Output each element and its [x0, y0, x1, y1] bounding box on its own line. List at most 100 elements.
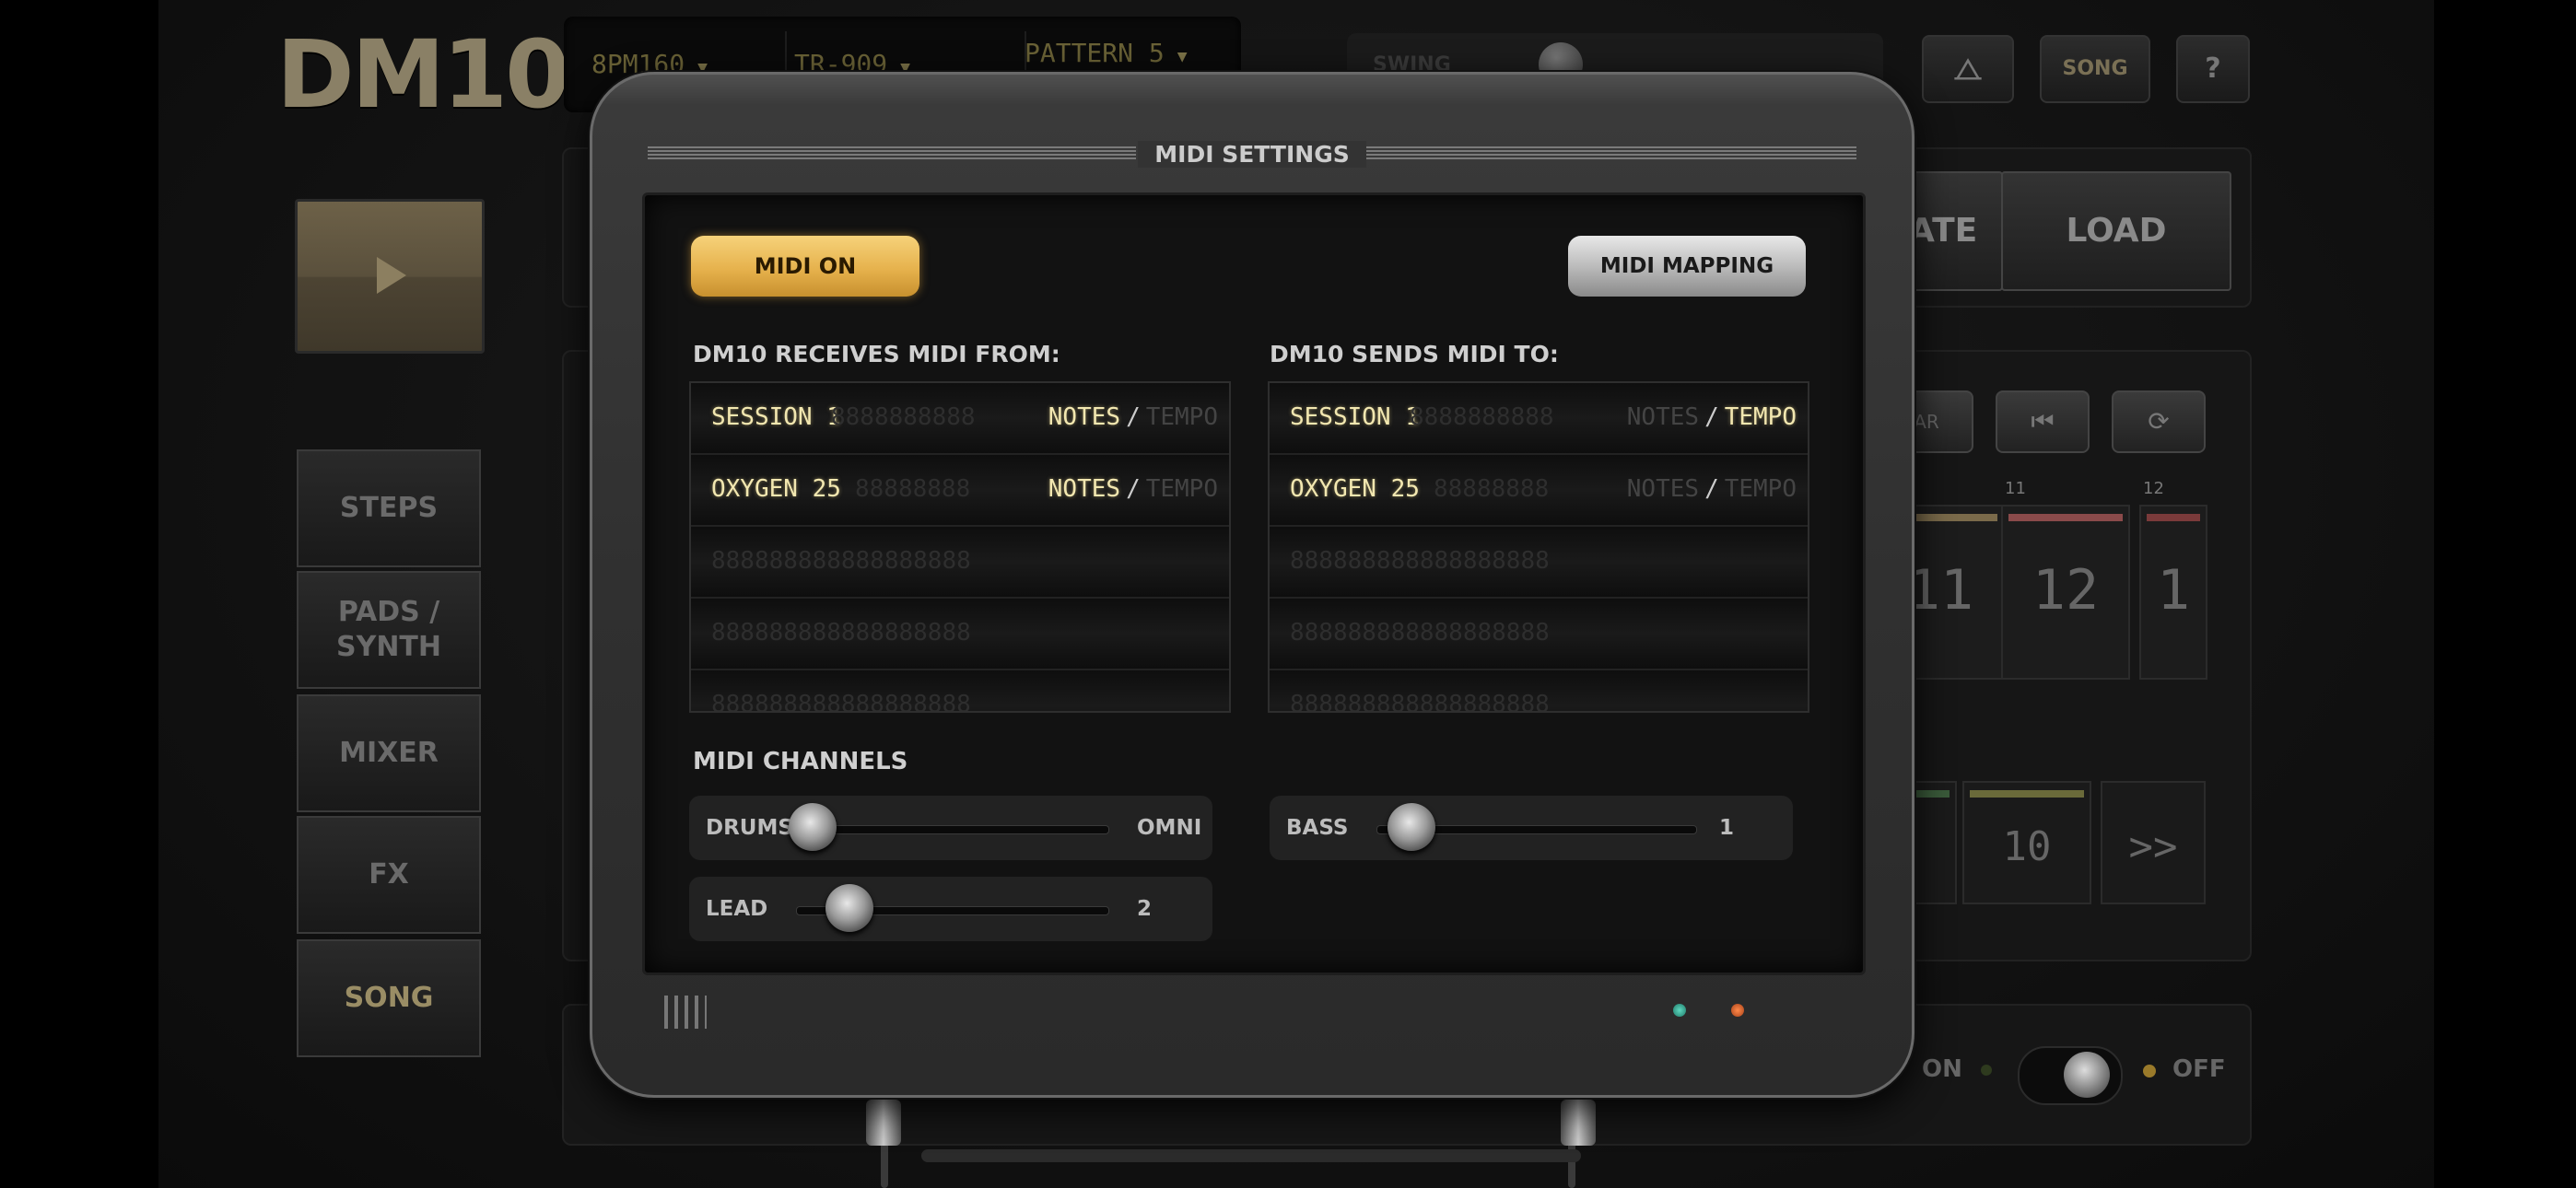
list-item[interactable]: 888888888888888888 [691, 599, 1229, 670]
device-name: OXYGEN 25 [1290, 475, 1420, 503]
pattern-cell-number: 10 [2002, 823, 2052, 870]
play-icon [377, 257, 406, 294]
device-ghost: 888888888888888888 [1290, 547, 1550, 575]
song-mode-button[interactable]: SONG [2040, 35, 2150, 103]
notes-tempo-toggle[interactable]: NOTES / TEMPO [1627, 403, 1797, 431]
tempo-toggle[interactable]: TEMPO [1146, 475, 1218, 503]
nav-mixer[interactable]: MIXER [297, 694, 481, 812]
title-grill [648, 146, 1136, 159]
play-button[interactable] [295, 199, 485, 354]
midi-on-button[interactable]: MIDI ON [691, 236, 919, 297]
step-number: 11 [2005, 479, 2026, 498]
title-grill [1346, 146, 1856, 159]
list-item[interactable]: 888888888888888888 [1270, 670, 1808, 711]
logo: DM10 [276, 20, 570, 130]
device-ghost: 8888888888 [1410, 403, 1554, 431]
lead-value: 2 [1137, 897, 1153, 921]
status-led-orange [1731, 1004, 1744, 1017]
load-button[interactable]: LOAD [2001, 171, 2231, 291]
device-ghost: 888888888888888888 [1290, 619, 1550, 646]
metronome-icon: ⧍ [1954, 52, 1982, 87]
slider-knob[interactable] [825, 884, 873, 932]
device-ghost: 88888888 [855, 475, 971, 503]
sends-label: DM10 SENDS MIDI TO: [1270, 341, 1559, 367]
list-item[interactable]: 888888888888888888 [691, 670, 1229, 713]
nav-pads-synth[interactable]: PADS / SYNTH [297, 571, 481, 689]
cable-plug [866, 1100, 901, 1146]
midi-channels-label: MIDI CHANNELS [693, 748, 908, 775]
step-number: 12 [2143, 479, 2164, 498]
device-ghost: 888888888888888888 [711, 547, 971, 575]
pattern-cell[interactable]: 10 [1962, 781, 2091, 904]
notes-tempo-toggle[interactable]: NOTES / TEMPO [1627, 475, 1797, 503]
slider-track[interactable] [790, 825, 1109, 834]
drums-channel-slider[interactable]: DRUMS OMNI [689, 796, 1212, 860]
tempo-toggle[interactable]: TEMPO [1725, 403, 1797, 431]
bass-label: BASS [1286, 816, 1349, 840]
device-ghost: 888888888888888888 [711, 691, 971, 713]
midi-screen: MIDI ON MIDI MAPPING DM10 RECEIVES MIDI … [642, 192, 1866, 975]
off-led [2143, 1065, 2156, 1077]
drums-label: DRUMS [706, 816, 793, 840]
create-button[interactable]: ATE [1907, 171, 2003, 291]
create-label: ATE [1909, 212, 1978, 250]
next-icon: >> [2128, 823, 2178, 870]
list-item[interactable]: OXYGEN 25 88888888 NOTES / TEMPO [691, 455, 1229, 527]
list-item[interactable]: 888888888888888888 [1270, 599, 1808, 670]
bass-value: 1 [1719, 816, 1735, 840]
receives-label: DM10 RECEIVES MIDI FROM: [693, 341, 1060, 367]
horizontal-scrollbar[interactable] [921, 1149, 1581, 1162]
next-pattern-button[interactable]: >> [2101, 781, 2206, 904]
step-cell-number: 12 [2032, 558, 2100, 623]
loop-button[interactable]: ⟳ [2112, 390, 2206, 453]
device-ghost: 8888888888 [831, 403, 976, 431]
device-ghost: 888888888888888888 [711, 619, 971, 646]
notes-toggle[interactable]: NOTES [1627, 475, 1699, 503]
list-item[interactable]: 888888888888888888 [691, 527, 1229, 599]
step-cell[interactable]: 1 [2139, 505, 2207, 680]
nav-song[interactable]: SONG [297, 939, 481, 1057]
receives-list: SESSION 1 8888888888 NOTES / TEMPO OXYGEN … [689, 381, 1231, 713]
on-led [1981, 1065, 1992, 1076]
list-item[interactable]: SESSION 1 8888888888 NOTES / TEMPO [691, 383, 1229, 455]
nav-fx[interactable]: FX [297, 816, 481, 934]
device-name: SESSION 1 [1290, 403, 1420, 431]
on-off-toggle[interactable] [2018, 1046, 2123, 1105]
list-item[interactable]: OXYGEN 25 88888888 NOTES / TEMPO [1270, 455, 1808, 527]
toggle-knob[interactable] [2064, 1052, 2110, 1098]
chevron-down-icon: ▼ [1177, 47, 1188, 66]
device-ghost: 88888888 [1434, 475, 1550, 503]
rewind-button[interactable]: ⏮ [1996, 390, 2090, 453]
sends-list: SESSION 1 8888888888 NOTES / TEMPO OXYGEN … [1268, 381, 1809, 713]
drums-value: OMNI [1137, 816, 1202, 840]
metronome-button[interactable]: ⧍ [1922, 35, 2014, 103]
notes-tempo-toggle[interactable]: NOTES / TEMPO [1048, 403, 1218, 431]
step-cell[interactable]: 12 [2001, 505, 2130, 680]
rewind-icon: ⏮ [2031, 406, 2055, 437]
off-label: OFF [2172, 1055, 2226, 1083]
status-led-green [1673, 1004, 1686, 1017]
midi-mapping-button[interactable]: MIDI MAPPING [1568, 236, 1806, 297]
notes-toggle[interactable]: NOTES [1048, 403, 1120, 431]
loop-icon: ⟳ [2148, 406, 2170, 437]
modal-title-text: MIDI SETTINGS [1138, 141, 1366, 168]
lead-channel-slider[interactable]: LEAD 2 [689, 877, 1212, 941]
tempo-toggle[interactable]: TEMPO [1146, 403, 1218, 431]
on-label: ON [1922, 1055, 1962, 1083]
device-name: SESSION 1 [711, 403, 841, 431]
list-item[interactable]: 888888888888888888 [1270, 527, 1808, 599]
notes-toggle[interactable]: NOTES [1048, 475, 1120, 503]
pattern-value: PATTERN 5 [1025, 38, 1165, 68]
lead-label: LEAD [706, 897, 768, 921]
notes-toggle[interactable]: NOTES [1627, 403, 1699, 431]
help-button[interactable]: ? [2176, 35, 2250, 103]
notes-tempo-toggle[interactable]: NOTES / TEMPO [1048, 475, 1218, 503]
tempo-toggle[interactable]: TEMPO [1725, 475, 1797, 503]
slider-knob[interactable] [789, 803, 837, 851]
list-item[interactable]: SESSION 1 8888888888 NOTES / TEMPO [1270, 383, 1808, 455]
nav-steps[interactable]: STEPS [297, 449, 481, 567]
step-cell-number: 1 [2156, 558, 2191, 623]
pattern-cell[interactable] [1907, 781, 1957, 904]
slider-knob[interactable] [1388, 803, 1435, 851]
bass-channel-slider[interactable]: BASS 1 [1270, 796, 1793, 860]
